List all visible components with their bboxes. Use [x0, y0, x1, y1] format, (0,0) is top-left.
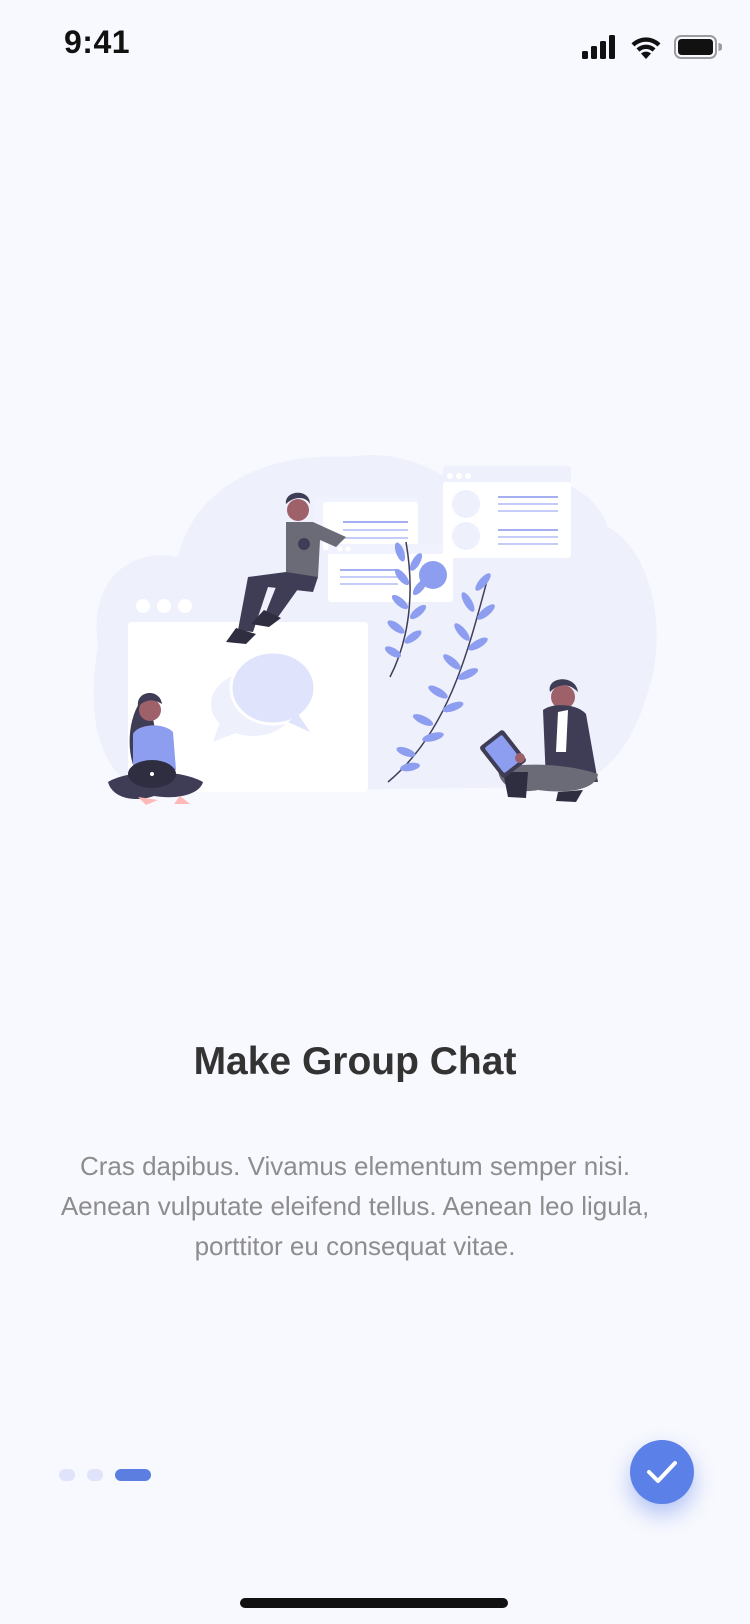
message-card-right: [443, 466, 571, 558]
battery-icon: [674, 35, 723, 59]
status-bar: 9:41: [0, 0, 750, 92]
checkmark-icon: [646, 1459, 678, 1485]
status-icons: [570, 32, 723, 62]
cellular-signal-icon: [582, 35, 618, 59]
page-dot-1[interactable]: [59, 1469, 75, 1481]
page-dot-3-active[interactable]: [115, 1469, 151, 1481]
status-time: 9:41: [64, 24, 131, 60]
group-chat-illustration: [88, 452, 668, 842]
onboarding-description: Cras dapibus. Vivamus elementum semper n…: [60, 1151, 650, 1261]
page-dot-2[interactable]: [87, 1469, 103, 1481]
page-indicator: [59, 1469, 163, 1481]
home-indicator[interactable]: [240, 1598, 508, 1608]
done-button[interactable]: [630, 1440, 694, 1504]
onboarding-title: Make Group Chat: [193, 1040, 517, 1083]
message-card-middle: [328, 544, 453, 602]
wifi-icon: [630, 35, 662, 59]
